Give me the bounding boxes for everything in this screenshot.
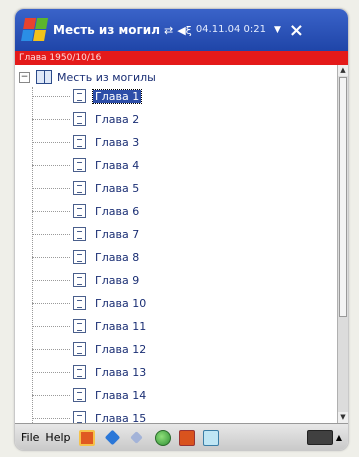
tree-chapter-label: Глава 2	[95, 112, 140, 126]
volume-icon[interactable]: ◀ξ	[177, 24, 192, 37]
tree-chapter-item[interactable]: Глава 9	[32, 271, 141, 289]
tree-chapter-item[interactable]: Глава 15	[32, 409, 148, 423]
page-icon	[73, 158, 86, 172]
tree-root-label: Месть из могилы	[57, 70, 156, 84]
tree-chapter-label: Глава 6	[95, 204, 140, 218]
tree-chapter-label: Глава 3	[95, 135, 140, 149]
page-icon	[73, 204, 86, 218]
keyboard-icon[interactable]	[306, 430, 333, 445]
page-icon	[73, 365, 86, 379]
tree-chapter-item[interactable]: Глава 8	[32, 248, 141, 266]
vertical-scrollbar[interactable]: ▲ ▼	[337, 65, 348, 423]
tree-branch-line	[32, 164, 70, 166]
start-menu-windows-icon[interactable]	[21, 18, 49, 42]
scroll-down-arrow-icon[interactable]: ▼	[338, 412, 348, 423]
dropdown-arrow-icon[interactable]: ▼	[274, 25, 281, 35]
tree-branch-line	[32, 325, 70, 327]
page-icon	[73, 319, 86, 333]
clock[interactable]: 04.11.04 0:21	[196, 25, 266, 35]
input-menu-arrow-icon[interactable]: ▲	[336, 433, 342, 442]
page-icon	[73, 273, 86, 287]
scroll-thumb[interactable]	[339, 77, 347, 317]
page-icon	[73, 112, 86, 126]
tree-chapter-item[interactable]: Глава 10	[32, 294, 148, 312]
menu-bar: File Help ▲	[15, 423, 348, 450]
connectivity-icon[interactable]: ⇄	[164, 24, 173, 37]
tree-branch-line	[32, 141, 70, 143]
tree-chapter-label: Глава 5	[95, 181, 140, 195]
page-icon	[73, 388, 86, 402]
menu-file[interactable]: File	[21, 431, 39, 444]
tree-chapter-item[interactable]: Глава 14	[32, 386, 148, 404]
window-title: Месть из могил	[53, 23, 160, 37]
tree-chapter-label: Глава 1	[91, 88, 143, 104]
menu-help[interactable]: Help	[45, 431, 70, 444]
tree-chapter-item[interactable]: Глава 11	[32, 317, 148, 335]
tree-branch-line	[32, 210, 70, 212]
tree-chapter-label: Глава 8	[95, 250, 140, 264]
tree-branch-line	[32, 118, 70, 120]
page-icon	[73, 411, 86, 423]
tree-chapter-label: Глава 9	[95, 273, 140, 287]
tree-chapter-label: Глава 12	[95, 342, 147, 356]
page-icon	[73, 227, 86, 241]
tree-chapter-item[interactable]: Глава 13	[32, 363, 148, 381]
book-icon	[36, 70, 52, 84]
tree-chapter-item[interactable]: Глава 6	[32, 202, 141, 220]
page-icon	[73, 135, 86, 149]
tree-branch-line	[32, 302, 70, 304]
diamond-icon[interactable]	[104, 429, 120, 446]
tree-chapter-item[interactable]: Глава 12	[32, 340, 148, 358]
tree-branch-line	[32, 417, 70, 419]
title-bar: Месть из могил ⇄ ◀ξ 04.11.04 0:21 ▼ ×	[15, 9, 348, 51]
globe-icon[interactable]	[154, 429, 171, 446]
tree-chapter-label: Глава 11	[95, 319, 147, 333]
cards-icon[interactable]	[78, 429, 95, 446]
page-icon	[73, 296, 86, 310]
tree-branch-line	[32, 256, 70, 258]
close-button[interactable]: ×	[289, 20, 304, 41]
status-icons: ⇄ ◀ξ 04.11.04 0:21 ▼ ×	[164, 20, 304, 41]
gem-icon[interactable]	[129, 431, 143, 444]
page-icon	[73, 181, 86, 195]
tree-branch-line	[32, 279, 70, 281]
chapter-header-bar: Глава 1950/10/16	[15, 51, 348, 65]
tree-branch-line	[32, 371, 70, 373]
device-screen: Месть из могил ⇄ ◀ξ 04.11.04 0:21 ▼ × Гл…	[14, 8, 349, 451]
tree-root-node[interactable]: − Месть из могилы	[19, 69, 156, 85]
collapse-toggle[interactable]: −	[19, 71, 30, 83]
tree-branch-line	[32, 233, 70, 235]
page-icon	[73, 250, 86, 264]
tree-chapter-label: Глава 15	[95, 411, 147, 424]
tree-branch-line	[32, 95, 70, 97]
tree-branch-line	[32, 187, 70, 189]
page-icon	[73, 89, 86, 103]
chapter-tree[interactable]: − Месть из могилы Глава 1 Глава 2 Глава 3 Г…	[15, 65, 337, 423]
tree-chapter-item[interactable]: Глава 3	[32, 133, 141, 151]
document-icon[interactable]	[202, 429, 219, 446]
tree-chapter-label: Глава 13	[95, 365, 147, 379]
tree-chapter-label: Глава 14	[95, 388, 147, 402]
tree-chapter-item[interactable]: Глава 7	[32, 225, 141, 243]
page-icon	[73, 342, 86, 356]
tree-chapter-item[interactable]: Глава 1	[32, 87, 143, 105]
tree-chapter-label: Глава 4	[95, 158, 140, 172]
scroll-up-arrow-icon[interactable]: ▲	[338, 65, 348, 76]
tree-chapter-label: Глава 7	[95, 227, 140, 241]
tree-branch-line	[32, 394, 70, 396]
tree-branch-line	[32, 348, 70, 350]
tree-chapter-item[interactable]: Глава 5	[32, 179, 141, 197]
tree-chapter-item[interactable]: Глава 4	[32, 156, 141, 174]
tree-chapter-label: Глава 10	[95, 296, 147, 310]
camera-icon[interactable]	[178, 429, 195, 446]
tree-chapter-item[interactable]: Глава 2	[32, 110, 141, 128]
